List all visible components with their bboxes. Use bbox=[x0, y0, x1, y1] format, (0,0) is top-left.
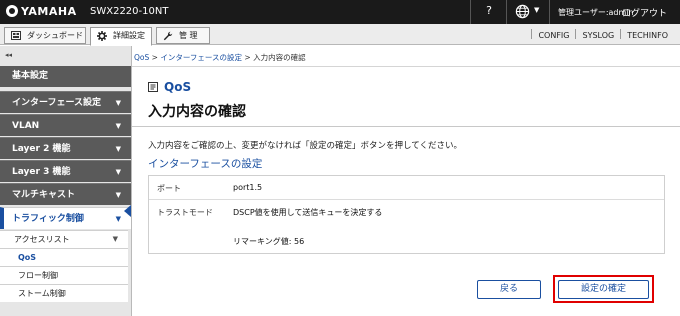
tab-label: ダッシュボード bbox=[27, 31, 83, 40]
sidebar-item-layer3[interactable]: Layer 3 機能 ▼ bbox=[0, 160, 131, 182]
brand-name: YAMAHA bbox=[21, 5, 77, 18]
divider bbox=[549, 0, 550, 24]
section-title: QoS bbox=[148, 80, 191, 94]
sidebar-item-basic-settings[interactable]: 基本設定 bbox=[0, 66, 131, 87]
breadcrumb: QoS > インターフェースの設定 > 入力内容の確認 bbox=[134, 52, 306, 63]
tab-label: 詳細設定 bbox=[113, 31, 145, 40]
breadcrumb-current: 入力内容の確認 bbox=[253, 53, 306, 62]
caret-down-icon: ▼ bbox=[115, 191, 121, 199]
sidebar-subitem-flow-control[interactable]: フロー制御 bbox=[0, 266, 128, 284]
caret-down-icon: ▼ bbox=[534, 6, 540, 14]
back-button[interactable]: 戻る bbox=[477, 280, 541, 299]
caret-down-icon: ▼ bbox=[115, 215, 121, 223]
globe-icon bbox=[515, 4, 530, 19]
divider bbox=[132, 66, 680, 67]
divider bbox=[506, 0, 507, 24]
sidebar-item-label: フロー制御 bbox=[18, 271, 58, 280]
utility-links: CONFIG SYSLOG TECHINFO bbox=[531, 29, 674, 40]
tab-label: 管 理 bbox=[179, 31, 198, 40]
active-item-marker bbox=[124, 205, 131, 217]
tab-dashboard[interactable]: ダッシュボード bbox=[4, 27, 86, 44]
sidebar-item-label: アクセスリスト bbox=[14, 235, 70, 244]
logout-link[interactable]: ログアウト bbox=[622, 6, 667, 19]
main-tab-bar: ダッシュボード 詳細設定 管 理 CONFIG SYSLOG TECHINFO bbox=[0, 24, 680, 46]
document-icon bbox=[148, 82, 158, 92]
sidebar-item-vlan[interactable]: VLAN ▼ bbox=[0, 114, 131, 136]
instructions-text: 入力内容をご確認の上、変更がなければ「設定の確定」ボタンを押してください。 bbox=[148, 141, 462, 151]
sidebar-item-label: Layer 3 機能 bbox=[12, 167, 71, 177]
caret-down-icon: ▼ bbox=[112, 235, 118, 243]
sidebar-item-label: インターフェース設定 bbox=[12, 98, 102, 108]
divider bbox=[470, 0, 471, 24]
sidebar-subitem-qos[interactable]: QoS bbox=[0, 248, 128, 266]
page-title: 入力内容の確認 bbox=[148, 104, 246, 120]
wrench-icon bbox=[163, 31, 173, 41]
caret-down-icon: ▼ bbox=[115, 145, 121, 153]
yamaha-emblem-icon bbox=[6, 5, 18, 17]
caret-down-icon: ▼ bbox=[115, 99, 121, 107]
sidebar-item-label: ストーム制御 bbox=[18, 289, 66, 298]
sidebar-subitem-storm-control[interactable]: ストーム制御 bbox=[0, 284, 128, 302]
row-value: port1.5 bbox=[233, 183, 263, 192]
section-title-text: QoS bbox=[164, 80, 192, 94]
table-row: ポート port1.5 bbox=[149, 176, 664, 200]
row-value: DSCP値を使用して送信キューを決定する bbox=[233, 208, 383, 217]
breadcrumb-interface-link[interactable]: インターフェースの設定 bbox=[160, 53, 242, 62]
tab-management[interactable]: 管 理 bbox=[156, 27, 210, 44]
syslog-link[interactable]: SYSLOG bbox=[576, 31, 620, 40]
breadcrumb-separator: > bbox=[149, 53, 161, 62]
sidebar-item-label: QoS bbox=[18, 253, 37, 262]
confirm-settings-button[interactable]: 設定の確定 bbox=[558, 280, 649, 299]
help-button[interactable]: ? bbox=[480, 4, 498, 20]
sidebar-item-label: マルチキャスト bbox=[12, 190, 76, 200]
divider bbox=[132, 126, 680, 127]
caret-down-icon: ▼ bbox=[115, 122, 121, 130]
yamaha-logo: YAMAHA bbox=[6, 5, 77, 18]
sidebar-item-multicast[interactable]: マルチキャスト ▼ bbox=[0, 183, 131, 205]
tab-detailed-settings[interactable]: 詳細設定 bbox=[90, 27, 152, 46]
sidebar-item-interface[interactable]: インターフェース設定 ▼ bbox=[0, 91, 131, 113]
sidebar: ◂◂ 基本設定 インターフェース設定 ▼ VLAN ▼ Layer 2 機能 ▼ La… bbox=[0, 46, 132, 316]
subheading: インターフェースの設定 bbox=[148, 158, 263, 170]
model-name: SWX2220-10NT bbox=[90, 6, 169, 17]
techinfo-link[interactable]: TECHINFO bbox=[621, 31, 674, 40]
collapse-sidebar-icon[interactable]: ◂◂ bbox=[5, 51, 12, 59]
breadcrumb-separator: > bbox=[242, 53, 254, 62]
language-button[interactable]: ▼ bbox=[515, 3, 545, 21]
config-link[interactable]: CONFIG bbox=[532, 31, 575, 40]
top-bar: YAMAHA SWX2220-10NT ? ▼ 管理ユーザー:admin ログア… bbox=[0, 0, 680, 24]
row-value-remarking: リマーキング値: 56 bbox=[233, 237, 305, 246]
sidebar-item-layer2[interactable]: Layer 2 機能 ▼ bbox=[0, 137, 131, 159]
caret-down-icon: ▼ bbox=[115, 168, 121, 176]
sidebar-subitem-access-list[interactable]: アクセスリスト ▼ bbox=[0, 230, 128, 248]
row-label: ポート bbox=[157, 184, 181, 193]
settings-summary-table: ポート port1.5 トラストモード DSCP値を使用して送信キューを決定する… bbox=[148, 175, 665, 254]
table-row: トラストモード DSCP値を使用して送信キューを決定する リマーキング値: 56 bbox=[149, 200, 664, 254]
sidebar-item-label: Layer 2 機能 bbox=[12, 144, 71, 154]
row-label: トラストモード bbox=[157, 208, 213, 217]
dashboard-icon bbox=[11, 31, 21, 40]
breadcrumb-qos-link[interactable]: QoS bbox=[134, 53, 149, 62]
sidebar-item-label: VLAN bbox=[12, 121, 40, 131]
sidebar-item-label: トラフィック制御 bbox=[12, 214, 84, 224]
gear-icon bbox=[97, 31, 107, 41]
sidebar-item-traffic-control[interactable]: トラフィック制御 ▼ bbox=[0, 207, 131, 229]
